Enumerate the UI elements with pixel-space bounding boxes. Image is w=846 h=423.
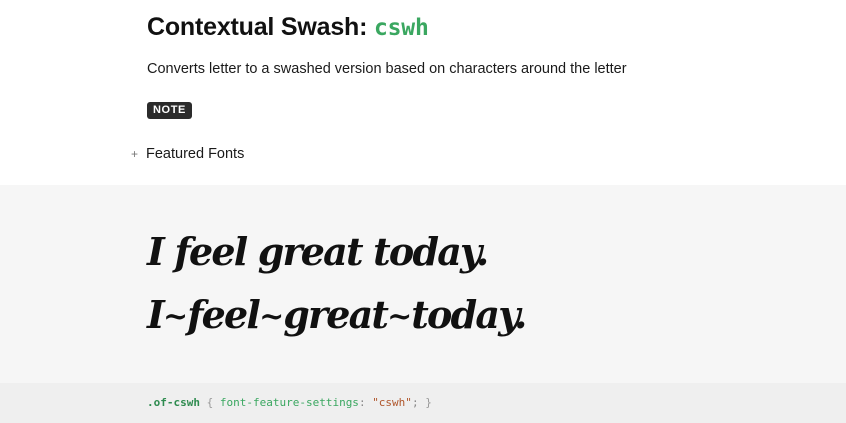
feature-code: cswh	[374, 15, 429, 41]
plus-icon: +	[131, 147, 139, 161]
title-text: Contextual Swash:	[147, 13, 368, 41]
swash-word: today.	[411, 292, 527, 337]
sample-text-plain: I feel great today.	[147, 229, 489, 274]
css-colon: :	[358, 396, 366, 409]
swash-connector: ~	[387, 299, 412, 334]
css-close-brace: }	[425, 396, 432, 409]
page-title: Contextual Swash: cswh	[147, 10, 429, 45]
feature-header-section: Contextual Swash: cswh Converts letter t…	[0, 0, 846, 185]
featured-fonts-label: Featured Fonts	[146, 146, 245, 162]
font-demo-panel: I feel great today. I~feel~great~today.	[0, 185, 846, 383]
feature-description: Converts letter to a swashed version bas…	[147, 61, 627, 77]
sample-text-swash: I~feel~great~today.	[147, 292, 527, 340]
css-code-line: .of-cswh { font-feature-settings: "cswh"…	[147, 396, 432, 410]
swash-word: great	[283, 292, 389, 337]
css-property: font-feature-settings	[219, 396, 359, 409]
featured-fonts-toggle[interactable]: + Featured Fonts	[131, 145, 244, 163]
note-badge[interactable]: NOTE	[147, 102, 192, 119]
css-code-snippet: .of-cswh { font-feature-settings: "cswh"…	[0, 383, 846, 423]
swash-word: feel	[187, 292, 261, 337]
css-semicolon: ;	[411, 396, 419, 409]
swash-word: I	[147, 292, 165, 337]
swash-connector: ~	[259, 299, 284, 334]
css-open-brace: {	[206, 396, 214, 409]
swash-connector: ~	[162, 299, 188, 334]
css-value: "cswh"	[372, 396, 412, 409]
css-selector: .of-cswh	[147, 396, 200, 409]
